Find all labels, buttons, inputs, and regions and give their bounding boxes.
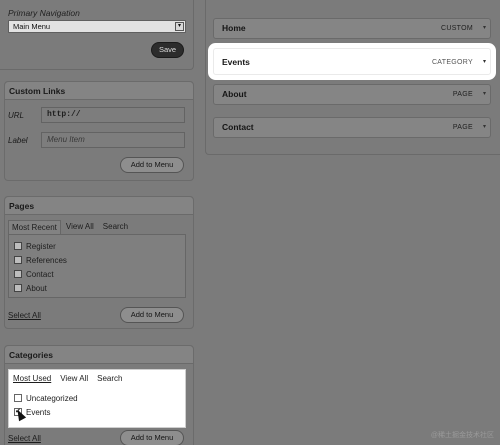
custom-links-add-button[interactable]: Add to Menu [120, 157, 184, 173]
menu-item-label: Contact [222, 122, 254, 132]
list-item[interactable]: Contact [9, 267, 185, 281]
primary-navigation-box: Primary Navigation Main Menu ▾ Save [0, 0, 194, 70]
tab-search[interactable]: Search [97, 374, 122, 383]
list-item[interactable]: ✔ Events [9, 405, 185, 419]
checkbox[interactable] [14, 394, 22, 402]
chevron-down-icon[interactable]: ▾ [483, 118, 486, 137]
menu-item-about[interactable]: About PAGE ▾ [213, 84, 491, 105]
menu-select[interactable]: Main Menu ▾ [8, 20, 186, 33]
menu-item-label: Events [222, 57, 250, 67]
label-input[interactable]: Menu Item [41, 132, 185, 148]
menu-item-label: Home [222, 23, 246, 33]
primary-navigation-title: Primary Navigation [8, 8, 80, 18]
page-item-label: Contact [26, 269, 54, 279]
menu-item-contact[interactable]: Contact PAGE ▾ [213, 117, 491, 138]
chevron-down-icon[interactable]: ▾ [175, 22, 184, 31]
tab-most-used[interactable]: Most Used [13, 374, 51, 383]
menu-item-type: CUSTOM [440, 25, 473, 32]
custom-links-title[interactable]: Custom Links [5, 82, 193, 100]
menu-item-type: CATEGORY [431, 59, 473, 66]
page-item-label: Register [26, 241, 56, 251]
chevron-down-icon[interactable]: ▾ [483, 49, 486, 76]
page-item-label: About [26, 283, 47, 293]
chevron-down-icon[interactable]: ▾ [483, 85, 486, 104]
list-item[interactable]: References [9, 253, 185, 267]
page-item-label: References [26, 255, 67, 265]
tab-view-all[interactable]: View All [66, 220, 94, 235]
category-item-label: Uncategorized [26, 393, 78, 403]
watermark: @稀土掘金技术社区 [430, 432, 494, 439]
menu-item-events[interactable]: Events CATEGORY ▾ [213, 48, 491, 75]
checkbox[interactable] [14, 256, 22, 264]
pages-select-all-link[interactable]: Select All [8, 311, 41, 320]
pages-list: Register References Contact About [8, 234, 186, 298]
menu-item-type: PAGE [452, 124, 473, 131]
menu-item-type: PAGE [452, 91, 473, 98]
tab-most-recent[interactable]: Most Recent [8, 220, 61, 235]
tab-view-all[interactable]: View All [60, 374, 88, 383]
chevron-down-icon[interactable]: ▾ [483, 19, 486, 38]
menu-item-home[interactable]: Home CUSTOM ▾ [213, 18, 491, 39]
categories-select-all-link[interactable]: Select All [8, 434, 41, 443]
url-label: URL [8, 111, 25, 120]
label-label: Label [8, 136, 28, 145]
categories-list: Uncategorized ✔ Events [9, 391, 185, 419]
pages-title[interactable]: Pages [5, 197, 193, 215]
checkbox[interactable] [14, 242, 22, 250]
menu-select-value: Main Menu [13, 22, 51, 31]
list-item[interactable]: Uncategorized [9, 391, 185, 405]
checkbox[interactable] [14, 284, 22, 292]
categories-add-button[interactable]: Add to Menu [120, 430, 184, 445]
list-item[interactable]: Register [9, 239, 185, 253]
checkbox[interactable] [14, 270, 22, 278]
tab-search[interactable]: Search [103, 220, 128, 235]
menu-item-label: About [222, 89, 247, 99]
category-item-label: Events [26, 407, 51, 417]
list-item[interactable]: About [9, 281, 185, 295]
categories-highlight: Most Used View All Search Uncategorized … [8, 369, 186, 428]
pages-add-button[interactable]: Add to Menu [120, 307, 184, 323]
categories-tabs: Most Used View All Search [13, 374, 131, 383]
url-input[interactable]: http:// [41, 107, 185, 123]
pages-tabs: Most Recent View All Search [8, 220, 137, 235]
categories-title[interactable]: Categories [5, 346, 193, 364]
save-button[interactable]: Save [151, 42, 184, 58]
